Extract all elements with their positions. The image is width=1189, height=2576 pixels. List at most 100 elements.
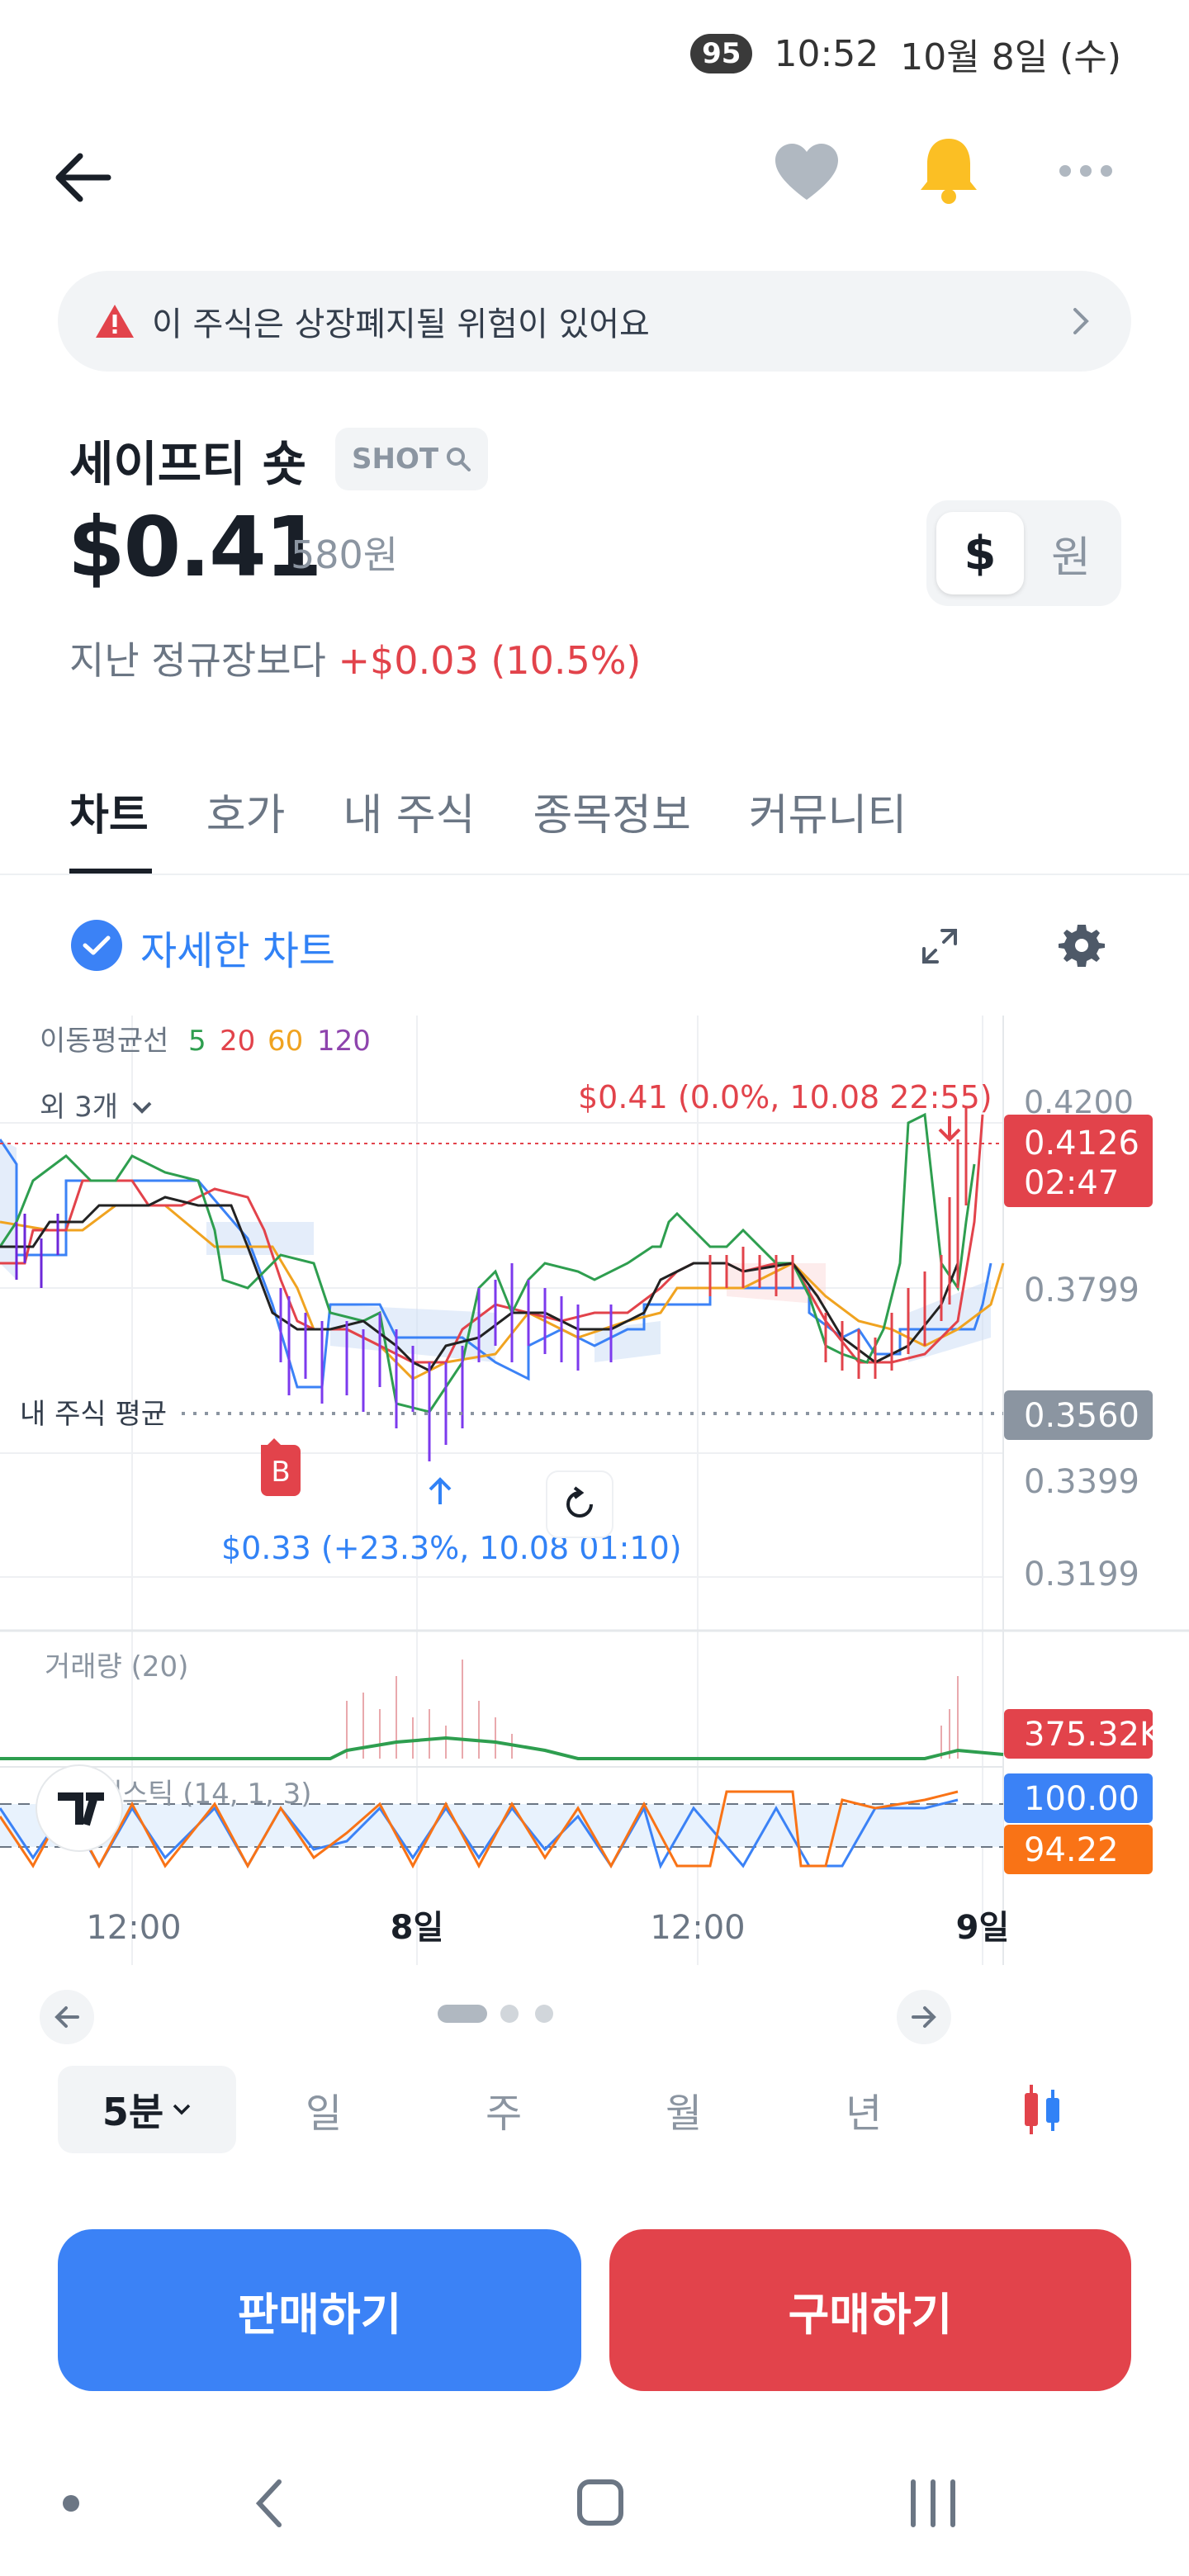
period-month[interactable]: 월 bbox=[666, 2081, 702, 2138]
ma5-line bbox=[0, 1112, 976, 1413]
system-navigation-bar bbox=[63, 2479, 955, 2527]
tabs-divider bbox=[0, 874, 1189, 875]
heart-icon bbox=[775, 144, 838, 200]
ticker-symbol: SHOT bbox=[352, 443, 439, 476]
low-annotation: $0.33 (+23.3%, 10.08 01:10) bbox=[221, 1530, 682, 1566]
period-week[interactable]: 주 bbox=[486, 2081, 522, 2138]
volume-label: 거래량 (20) bbox=[45, 1650, 188, 1683]
volume-ma-line bbox=[0, 1735, 1004, 1760]
arrow-right-icon bbox=[912, 2006, 936, 2028]
current-price: $0.41 bbox=[68, 499, 322, 595]
chevron-down-icon bbox=[173, 2104, 191, 2115]
status-date: 10월 8일 (수) bbox=[900, 36, 1121, 78]
x-tick-4: 9일 bbox=[956, 1909, 1010, 1947]
battery-badge: 95 bbox=[690, 34, 753, 73]
change-prefix: 지난 정규장보다 bbox=[69, 638, 326, 683]
change-value: +$0.03 (10.5%) bbox=[338, 638, 642, 683]
more-dots-icon bbox=[1059, 165, 1112, 177]
tab-community[interactable]: 커뮤니티 bbox=[749, 780, 907, 842]
back-arrow-icon bbox=[55, 153, 111, 202]
price-krw: 580원 bbox=[291, 533, 399, 577]
nav-dot-icon bbox=[63, 2495, 79, 2512]
low-arrow-icon bbox=[429, 1477, 452, 1504]
fullscreen-button[interactable] bbox=[915, 921, 964, 971]
stock-tabs: 차트 호가 내 주식 종목정보 커뮤니티 bbox=[69, 780, 907, 842]
volume-bars bbox=[346, 1660, 959, 1759]
page-indicator-2 bbox=[500, 2005, 519, 2023]
current-price-value: 0.4126 bbox=[1024, 1125, 1139, 1163]
high-annotation: $0.41 (0.0%, 10.08 22:55) bbox=[578, 1079, 992, 1115]
chart-settings-button[interactable] bbox=[1055, 918, 1108, 971]
more-button[interactable] bbox=[1050, 135, 1121, 206]
stock-name: 세이프티 숏 bbox=[69, 436, 306, 492]
x-tick-1: 12:00 bbox=[86, 1909, 181, 1947]
tab-my-stock[interactable]: 내 주식 bbox=[343, 780, 475, 842]
nav-home-icon[interactable] bbox=[577, 2479, 623, 2526]
back-button[interactable] bbox=[46, 140, 121, 215]
delisting-warning-banner[interactable]: 이 주식은 상장폐지될 위험이 있어요 bbox=[58, 271, 1131, 372]
ma-20: 20 bbox=[220, 1025, 255, 1058]
ma60-line bbox=[0, 1204, 1005, 1380]
price-change: 지난 정규장보다 +$0.03 (10.5%) bbox=[69, 631, 641, 685]
candlestick-icon bbox=[1025, 2085, 1059, 2134]
currency-toggle[interactable]: $ 원 bbox=[926, 500, 1121, 606]
tab-stock-info[interactable]: 종목정보 bbox=[533, 780, 690, 842]
buy-button[interactable]: 구매하기 bbox=[609, 2229, 1131, 2391]
stoch-d-value: 94.22 bbox=[1024, 1831, 1119, 1869]
my-average-label: 내 주식 평균 bbox=[20, 1398, 167, 1431]
ma-5: 5 bbox=[188, 1025, 206, 1058]
chevron-down-icon bbox=[132, 1101, 152, 1114]
candle-type-button[interactable] bbox=[1012, 2077, 1070, 2143]
favorite-button[interactable] bbox=[770, 135, 844, 210]
tab-orderbook[interactable]: 호가 bbox=[206, 780, 286, 842]
avg-price-value: 0.3560 bbox=[1024, 1397, 1139, 1435]
detail-chart-label[interactable]: 자세한 차트 bbox=[140, 918, 335, 976]
y-tick-2: 0.3799 bbox=[1024, 1271, 1139, 1309]
period-day[interactable]: 일 bbox=[306, 2081, 342, 2138]
y-tick-4: 0.3199 bbox=[1024, 1556, 1139, 1593]
arrow-left-icon bbox=[54, 2006, 79, 2028]
bell-icon bbox=[921, 139, 977, 204]
ticker-search-chip[interactable]: SHOT bbox=[335, 428, 489, 490]
nav-recents-icon[interactable] bbox=[911, 2479, 955, 2527]
gear-icon bbox=[1059, 925, 1105, 967]
x-tick-3: 12:00 bbox=[650, 1909, 745, 1947]
chevron-right-icon bbox=[1073, 308, 1089, 334]
high-arrow-icon bbox=[938, 1116, 961, 1142]
x-tick-2: 8일 bbox=[391, 1909, 444, 1947]
warning-text: 이 주식은 상장폐지될 위험이 있어요 bbox=[152, 305, 650, 343]
nav-back-icon[interactable] bbox=[255, 2479, 282, 2527]
tradingview-logo bbox=[36, 1764, 123, 1852]
y-tick-3: 0.3399 bbox=[1024, 1463, 1139, 1501]
tab-chart[interactable]: 차트 bbox=[69, 780, 149, 842]
sell-button[interactable]: 판매하기 bbox=[58, 2229, 581, 2391]
page-indicator-active bbox=[438, 2005, 487, 2023]
interval-selected: 5분 bbox=[102, 2090, 164, 2134]
currency-krw-option[interactable]: 원 bbox=[1027, 512, 1115, 594]
currency-usd-option[interactable]: $ bbox=[936, 512, 1024, 594]
ma-120: 120 bbox=[317, 1025, 371, 1058]
chart-next-button[interactable] bbox=[897, 1990, 951, 2044]
expand-icon bbox=[922, 929, 957, 964]
price-chart[interactable]: 이동평균선 5 20 60 120 외 3개 내 주식 평균 $0.41 (0.… bbox=[0, 1016, 1189, 1973]
volume-value: 375.32K bbox=[1024, 1716, 1163, 1754]
stoch-k-value: 100.00 bbox=[1024, 1780, 1139, 1818]
chart-prev-button[interactable] bbox=[40, 1990, 94, 2044]
page-indicator-3 bbox=[535, 2005, 553, 2023]
buy-marker[interactable]: B bbox=[261, 1438, 301, 1496]
candle-countdown: 02:47 bbox=[1024, 1164, 1119, 1202]
alarm-button[interactable] bbox=[912, 130, 986, 210]
interval-dropdown[interactable]: 5분 bbox=[58, 2066, 236, 2153]
status-bar: 95 10:52 10월 8일 (수) bbox=[690, 25, 1121, 83]
check-icon bbox=[83, 935, 111, 955]
ma-60: 60 bbox=[268, 1025, 303, 1058]
chart-reset-button[interactable] bbox=[546, 1470, 613, 1538]
search-icon bbox=[447, 447, 471, 471]
detail-chart-checkbox[interactable] bbox=[71, 920, 122, 971]
warning-icon bbox=[96, 305, 134, 338]
buy-marker-label: B bbox=[271, 1456, 290, 1489]
ma-label: 이동평균선 bbox=[40, 1025, 168, 1058]
period-year[interactable]: 년 bbox=[846, 2081, 882, 2138]
status-time: 10:52 bbox=[774, 32, 879, 75]
more-indicators[interactable]: 외 3개 bbox=[40, 1091, 118, 1124]
